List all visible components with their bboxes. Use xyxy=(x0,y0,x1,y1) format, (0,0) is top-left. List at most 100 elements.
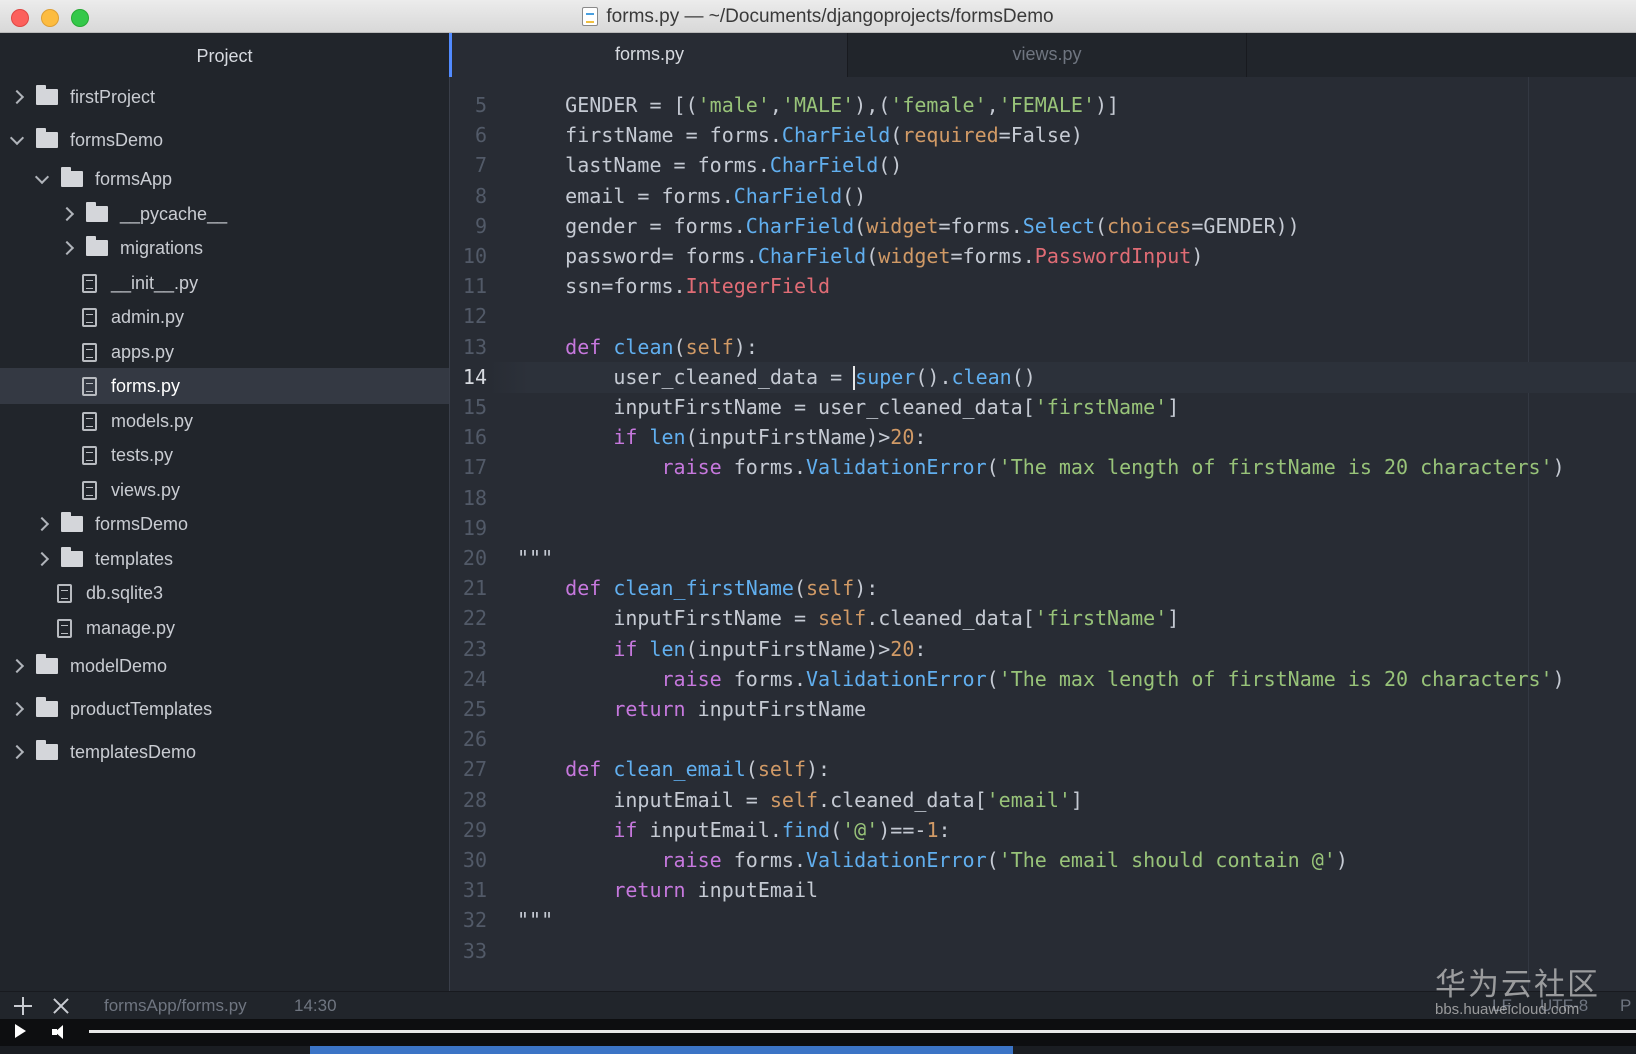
line-number[interactable]: 19 xyxy=(449,513,487,544)
code-line[interactable]: 18 xyxy=(449,483,1636,514)
line-number[interactable]: 21 xyxy=(449,573,487,604)
tree-item-manage-py[interactable]: manage.py xyxy=(0,610,506,646)
code-line[interactable]: 33 xyxy=(449,936,1636,967)
tree-item-templatesDemo[interactable]: templatesDemo xyxy=(0,734,461,770)
line-number[interactable]: 23 xyxy=(449,634,487,665)
chevron-down-icon[interactable] xyxy=(9,130,25,145)
code-text[interactable]: firstName = forms.CharField(required=Fal… xyxy=(517,120,1083,151)
line-number[interactable]: 33 xyxy=(449,936,487,967)
code-text[interactable]: user_cleaned_data = super().clean() xyxy=(517,362,1036,393)
line-number[interactable]: 9 xyxy=(449,211,487,242)
line-number[interactable]: 12 xyxy=(449,301,487,332)
tab-forms-py[interactable]: forms.py xyxy=(449,33,847,77)
line-number[interactable]: 31 xyxy=(449,875,487,906)
code-line[interactable]: 16 if len(inputFirstName)>20: xyxy=(449,422,1636,453)
code-line[interactable]: 30 raise forms.ValidationError('The emai… xyxy=(449,845,1636,876)
line-number[interactable]: 30 xyxy=(449,845,487,876)
tree-item-formsDemo-inner[interactable]: formsDemo xyxy=(0,506,486,542)
code-line[interactable]: 23 if len(inputFirstName)>20: xyxy=(449,634,1636,665)
code-text[interactable]: GENDER = [('male','MALE'),('female','FEM… xyxy=(517,90,1119,121)
status-grammar[interactable]: P xyxy=(1620,992,1631,1020)
code-editor[interactable]: forms.py views.py 5 GENDER = [('male','M… xyxy=(449,33,1636,991)
code-text[interactable]: if len(inputFirstName)>20: xyxy=(517,422,926,453)
code-line[interactable]: 25 return inputFirstName xyxy=(449,694,1636,725)
code-text[interactable]: """ xyxy=(517,905,553,936)
code-line[interactable]: 15 inputFirstName = user_cleaned_data['f… xyxy=(449,392,1636,423)
chevron-right-icon[interactable] xyxy=(34,551,50,567)
code-text[interactable]: raise forms.ValidationError('The max len… xyxy=(517,664,1565,695)
line-number[interactable]: 18 xyxy=(449,483,487,514)
code-line[interactable]: 32 """ xyxy=(449,905,1636,936)
code-line[interactable]: 9 gender = forms.CharField(widget=forms.… xyxy=(449,211,1636,242)
line-number[interactable]: 10 xyxy=(449,241,487,272)
code-text[interactable]: """ xyxy=(517,543,553,574)
code-text[interactable]: gender = forms.CharField(widget=forms.Se… xyxy=(517,211,1300,242)
tree-item-db-sqlite3[interactable]: db.sqlite3 xyxy=(0,575,506,611)
code-text[interactable]: inputFirstName = self.cleaned_data['firs… xyxy=(517,603,1179,634)
tree-item-firstProject[interactable]: firstProject xyxy=(0,79,461,115)
line-number[interactable]: 16 xyxy=(449,422,487,453)
code-line[interactable]: 22 inputFirstName = self.cleaned_data['f… xyxy=(449,603,1636,634)
code-line[interactable]: 27 def clean_email(self): xyxy=(449,754,1636,785)
chevron-right-icon[interactable] xyxy=(34,516,50,532)
code-text[interactable]: if inputEmail.find('@')==-1: xyxy=(517,815,950,846)
tree-item-modelDemo[interactable]: modelDemo xyxy=(0,648,461,684)
code-line[interactable]: 12 xyxy=(449,301,1636,332)
play-icon[interactable] xyxy=(15,1024,26,1038)
chevron-right-icon[interactable] xyxy=(59,206,75,222)
chevron-right-icon[interactable] xyxy=(9,701,25,717)
code-text[interactable]: password= forms.CharField(widget=forms.P… xyxy=(517,241,1203,272)
code-text[interactable]: inputFirstName = user_cleaned_data['firs… xyxy=(517,392,1179,423)
code-text[interactable]: email = forms.CharField() xyxy=(517,181,866,212)
code-line[interactable]: 5 GENDER = [('male','MALE'),('female','F… xyxy=(449,90,1636,121)
line-number[interactable]: 29 xyxy=(449,815,487,846)
code-line[interactable]: 14 user_cleaned_data = super().clean() xyxy=(449,361,1636,393)
code-line[interactable]: 7 lastName = forms.CharField() xyxy=(449,150,1636,181)
code-text[interactable]: inputEmail = self.cleaned_data['email'] xyxy=(517,785,1083,816)
code-line[interactable]: 26 xyxy=(449,724,1636,755)
code-text[interactable]: def clean(self): xyxy=(517,332,758,363)
code-line[interactable]: 31 return inputEmail xyxy=(449,875,1636,906)
status-file-path[interactable]: formsApp/forms.py xyxy=(104,992,247,1020)
line-number[interactable]: 20 xyxy=(449,543,487,574)
line-number[interactable]: 28 xyxy=(449,785,487,816)
code-line[interactable]: 8 email = forms.CharField() xyxy=(449,181,1636,212)
code-line[interactable]: 10 password= forms.CharField(widget=form… xyxy=(449,241,1636,272)
code-line[interactable]: 20 """ xyxy=(449,543,1636,574)
tab-views-py[interactable]: views.py xyxy=(847,33,1247,77)
code-text[interactable]: def clean_email(self): xyxy=(517,754,830,785)
line-number[interactable]: 7 xyxy=(449,150,487,181)
line-number[interactable]: 15 xyxy=(449,392,487,423)
line-number[interactable]: 26 xyxy=(449,724,487,755)
add-icon[interactable] xyxy=(13,996,33,1016)
chevron-down-icon[interactable] xyxy=(34,169,50,184)
code-line[interactable]: 11 ssn=forms.IntegerField xyxy=(449,271,1636,302)
line-number[interactable]: 6 xyxy=(449,120,487,151)
line-number[interactable]: 24 xyxy=(449,664,487,695)
tree-item-formsApp[interactable]: formsApp xyxy=(0,161,486,197)
line-number[interactable]: 14 xyxy=(449,362,487,393)
tree-item-productTemplates[interactable]: productTemplates xyxy=(0,691,461,727)
tree-item-templates[interactable]: templates xyxy=(0,541,486,577)
tree-item-pycache[interactable]: __pycache__ xyxy=(0,196,511,232)
chevron-right-icon[interactable] xyxy=(9,744,25,760)
line-number[interactable]: 13 xyxy=(449,332,487,363)
line-number[interactable]: 17 xyxy=(449,452,487,483)
line-number[interactable]: 8 xyxy=(449,181,487,212)
line-number[interactable]: 25 xyxy=(449,694,487,725)
status-cursor-position[interactable]: 14:30 xyxy=(294,992,337,1020)
code-text[interactable]: return inputFirstName xyxy=(517,694,866,725)
code-text[interactable]: if len(inputFirstName)>20: xyxy=(517,634,926,665)
line-number[interactable]: 5 xyxy=(449,90,487,121)
code-line[interactable]: 28 inputEmail = self.cleaned_data['email… xyxy=(449,785,1636,816)
code-text[interactable]: def clean_firstName(self): xyxy=(517,573,878,604)
line-number[interactable]: 27 xyxy=(449,754,487,785)
progress-track[interactable] xyxy=(89,1030,1636,1033)
volume-icon[interactable] xyxy=(52,1025,66,1039)
code-line[interactable]: 19 xyxy=(449,513,1636,544)
tree-item-formsDemo[interactable]: formsDemo xyxy=(0,122,461,158)
chevron-right-icon[interactable] xyxy=(59,240,75,256)
code-line[interactable]: 21 def clean_firstName(self): xyxy=(449,573,1636,604)
line-number[interactable]: 11 xyxy=(449,271,487,302)
code-text[interactable]: raise forms.ValidationError('The email s… xyxy=(517,845,1348,876)
